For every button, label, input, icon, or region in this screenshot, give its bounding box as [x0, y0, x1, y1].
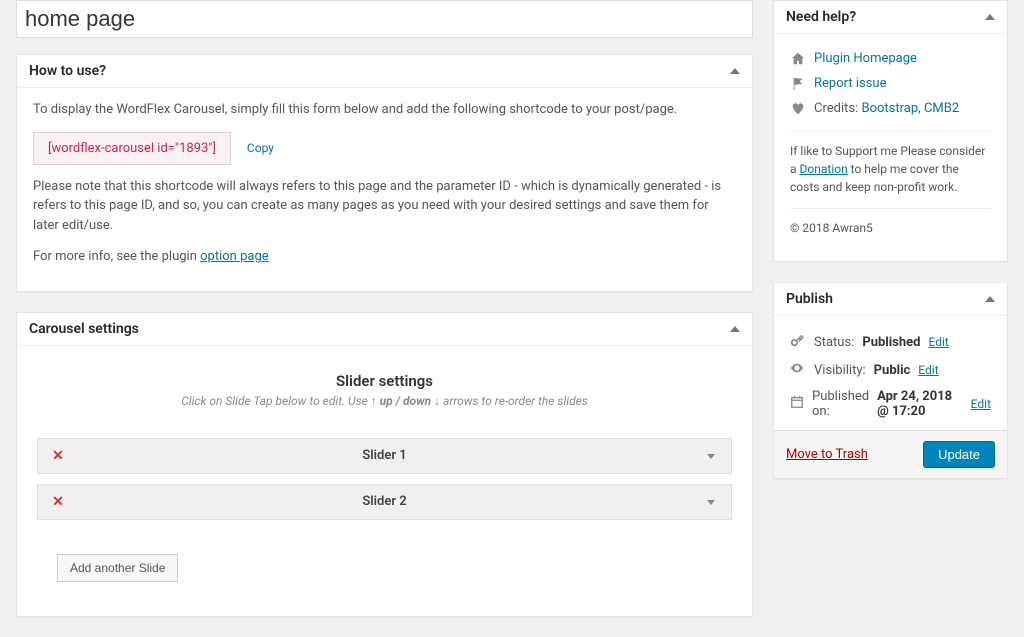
- published-label: Published on:: [812, 389, 869, 419]
- slider-settings-sub: Click on Slide Tap below to edit. Use ↑ …: [37, 394, 732, 408]
- credits-link-bootstrap[interactable]: Bootstrap: [861, 101, 918, 116]
- slide-label: Slider 2: [78, 494, 691, 509]
- collapse-icon: [730, 326, 740, 332]
- help-heading: Need help?: [786, 9, 856, 25]
- published-value: Apr 24, 2018 @ 17:20: [877, 389, 963, 419]
- publish-box: Publish Status: Published Edit Visibilit: [773, 282, 1008, 479]
- help-header[interactable]: Need help?: [774, 1, 1007, 34]
- howto-intro: To display the WordFlex Carousel, simply…: [33, 100, 736, 120]
- update-button[interactable]: Update: [923, 441, 995, 468]
- key-icon: [790, 333, 806, 351]
- remove-slide-icon[interactable]: ✕: [38, 448, 78, 464]
- edit-status-link[interactable]: Edit: [928, 335, 948, 349]
- carousel-header[interactable]: Carousel settings: [17, 313, 752, 346]
- credits-link-cmb2[interactable]: CMB2: [924, 101, 959, 116]
- slide-row[interactable]: ✕ Slider 2: [37, 484, 732, 520]
- visibility-value: Public: [874, 363, 911, 378]
- flag-icon: [790, 77, 806, 91]
- calendar-icon: [790, 395, 804, 413]
- page-title-input[interactable]: [16, 0, 753, 38]
- edit-visibility-link[interactable]: Edit: [918, 363, 938, 377]
- eye-icon: [790, 361, 806, 379]
- copyright-text: © 2018 Awran5: [790, 219, 991, 237]
- heart-icon: [790, 102, 806, 116]
- move-to-trash-link[interactable]: Move to Trash: [786, 447, 868, 462]
- carousel-box: Carousel settings Slider settings Click …: [16, 312, 753, 617]
- option-page-link[interactable]: option page: [200, 249, 269, 264]
- collapse-icon: [985, 14, 995, 20]
- slide-label: Slider 1: [78, 448, 691, 463]
- remove-slide-icon[interactable]: ✕: [38, 494, 78, 510]
- collapse-icon: [985, 296, 995, 302]
- howto-heading: How to use?: [29, 63, 106, 79]
- edit-date-link[interactable]: Edit: [971, 397, 991, 411]
- shortcode-text: [wordflex-carousel id="1893"]: [33, 132, 231, 165]
- howto-note: Please note that this shortcode will alw…: [33, 177, 736, 236]
- howto-header[interactable]: How to use?: [17, 55, 752, 88]
- visibility-label: Visibility:: [814, 363, 866, 378]
- howto-box: How to use? To display the WordFlex Caro…: [16, 54, 753, 292]
- status-label: Status:: [814, 335, 854, 350]
- collapse-icon: [730, 68, 740, 74]
- howto-moreinfo: For more info, see the plugin option pag…: [33, 247, 736, 267]
- slide-row[interactable]: ✕ Slider 1: [37, 438, 732, 474]
- plugin-homepage-link[interactable]: Plugin Homepage: [814, 51, 917, 66]
- status-value: Published: [862, 335, 920, 350]
- copy-link[interactable]: Copy: [247, 141, 274, 155]
- support-text: If like to Support me Please consider a …: [790, 142, 991, 196]
- publish-header[interactable]: Publish: [774, 283, 1007, 316]
- chevron-down-icon: [691, 448, 731, 463]
- add-slide-button[interactable]: Add another Slide: [57, 554, 178, 582]
- home-icon: [790, 52, 806, 66]
- credits-label: Credits:: [814, 101, 858, 116]
- donation-link[interactable]: Donation: [800, 162, 848, 176]
- slider-settings-heading: Slider settings: [37, 372, 732, 390]
- report-issue-link[interactable]: Report issue: [814, 76, 886, 91]
- chevron-down-icon: [691, 494, 731, 509]
- publish-heading: Publish: [786, 291, 833, 307]
- help-box: Need help? Plugin Homepage Re: [773, 0, 1008, 262]
- carousel-heading: Carousel settings: [29, 321, 139, 337]
